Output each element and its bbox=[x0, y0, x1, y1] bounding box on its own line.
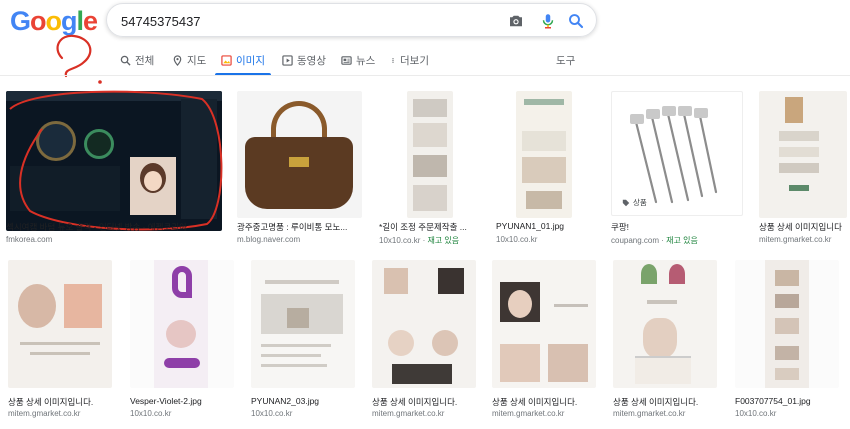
result-thumbnail[interactable] bbox=[613, 260, 717, 388]
image-result[interactable]: 상품 상세 이미지입니다. mitem.gmarket.co.kr bbox=[613, 260, 719, 420]
result-source[interactable]: coupang.com · 재고 있음 bbox=[611, 235, 743, 246]
result-thumbnail[interactable] bbox=[130, 260, 234, 388]
tab-news[interactable]: 뉴스 bbox=[341, 44, 375, 76]
play-icon bbox=[282, 54, 293, 66]
result-source[interactable]: 10x10.co.kr · 재고 있음 bbox=[379, 235, 479, 246]
result-source[interactable]: 10x10.co.kr bbox=[496, 235, 596, 244]
result-thumbnail[interactable] bbox=[516, 91, 572, 218]
result-thumbnail[interactable] bbox=[492, 260, 596, 388]
result-thumbnail[interactable] bbox=[251, 260, 355, 388]
result-title[interactable]: 상품 상세 이미지입니다. bbox=[8, 396, 114, 408]
image-result[interactable]: 상품 상세 이미지입니다. mitem.gmarket.co.kr bbox=[372, 260, 478, 420]
image-result[interactable]: *길이 조정 주문제작출 ... 10x10.co.kr · 재고 있음 bbox=[379, 91, 479, 246]
image-result[interactable]: 상품 상세 이미지입니다. mitem.gmarket.co.kr bbox=[492, 260, 598, 420]
result-thumbnail[interactable] bbox=[407, 91, 453, 218]
image-result[interactable]: Vesper-Violet-2.jpg 10x10.co.kr bbox=[130, 260, 236, 420]
news-icon bbox=[341, 55, 352, 65]
result-thumbnail[interactable] bbox=[8, 260, 112, 388]
result-title[interactable]: F003707754_01.jpg bbox=[735, 396, 841, 406]
result-title[interactable]: 상품 상세 이미지입니다. bbox=[613, 396, 719, 408]
search-icon[interactable] bbox=[567, 12, 585, 30]
tab-images[interactable]: 이미지 bbox=[215, 44, 271, 76]
result-thumbnail[interactable] bbox=[759, 91, 847, 218]
result-title[interactable]: 상품 상세 이미지입니다. bbox=[372, 396, 478, 408]
image-result[interactable]: 섹시여캠 바텀 듀오 출격 - 인터넷 방송 - 에펨코리아 fmkorea.c… bbox=[6, 90, 223, 246]
search-icon bbox=[120, 55, 131, 66]
result-source[interactable]: fmkorea.com bbox=[6, 235, 216, 244]
result-source[interactable]: mitem.gmarket.co.kr bbox=[8, 409, 114, 418]
result-thumbnail[interactable] bbox=[237, 91, 362, 218]
image-result[interactable]: 상품 상세 이미지입니다. mitem.gmarket.co.kr bbox=[8, 260, 114, 420]
tab-tools[interactable]: 도구 bbox=[556, 44, 575, 76]
result-title[interactable]: *길이 조정 주문제작출 ... bbox=[379, 221, 479, 233]
result-source[interactable]: 10x10.co.kr bbox=[735, 409, 841, 418]
image-result[interactable]: 상품 쿠팡! coupang.com · 재고 있음 bbox=[611, 91, 743, 246]
result-thumbnail[interactable] bbox=[735, 260, 839, 388]
search-box[interactable] bbox=[106, 3, 597, 37]
result-thumbnail[interactable]: 상품 bbox=[611, 91, 743, 216]
more-vert-icon bbox=[392, 57, 394, 63]
result-thumbnail[interactable] bbox=[372, 260, 476, 388]
result-title[interactable]: 상품 상세 이미지입니다 bbox=[759, 221, 850, 233]
image-icon bbox=[221, 54, 232, 66]
image-result[interactable]: 상품 상세 이미지입니다 mitem.gmarket.co.kr bbox=[759, 91, 850, 246]
red-annotation-circle bbox=[9, 90, 223, 231]
image-result[interactable]: F003707754_01.jpg 10x10.co.kr bbox=[735, 260, 841, 420]
result-title[interactable]: PYUNAN1_01.jpg bbox=[496, 221, 596, 231]
product-tag: 상품 bbox=[617, 195, 652, 210]
result-title[interactable]: 쿠팡! bbox=[611, 221, 743, 233]
map-pin-icon bbox=[173, 54, 182, 66]
result-source[interactable]: 10x10.co.kr bbox=[130, 409, 236, 418]
camera-icon[interactable] bbox=[507, 12, 525, 30]
result-source[interactable]: mitem.gmarket.co.kr bbox=[759, 235, 850, 244]
search-input[interactable] bbox=[121, 11, 501, 31]
red-annotation-scribble bbox=[56, 34, 102, 84]
microphone-icon[interactable] bbox=[539, 12, 557, 30]
result-source[interactable]: mitem.gmarket.co.kr bbox=[372, 409, 478, 418]
header-divider bbox=[0, 75, 850, 76]
result-title[interactable]: Vesper-Violet-2.jpg bbox=[130, 396, 236, 406]
tab-all[interactable]: 전체 bbox=[120, 44, 154, 76]
tab-videos[interactable]: 동영상 bbox=[282, 44, 326, 76]
result-source[interactable]: 10x10.co.kr bbox=[251, 409, 357, 418]
image-result[interactable]: 광주중고명품 : 루이비통 모노... m.blog.naver.com bbox=[237, 91, 362, 246]
tag-icon bbox=[622, 199, 630, 206]
image-result[interactable]: PYUNAN1_01.jpg 10x10.co.kr bbox=[496, 91, 596, 246]
result-title[interactable]: 상품 상세 이미지입니다. bbox=[492, 396, 598, 408]
result-source[interactable]: mitem.gmarket.co.kr bbox=[613, 409, 719, 418]
image-result[interactable]: PYUNAN2_03.jpg 10x10.co.kr bbox=[251, 260, 357, 420]
result-title[interactable]: 섹시여캠 바텀 듀오 출격 - 인터넷 방송 - 에펨코리아 bbox=[6, 221, 216, 233]
result-title[interactable]: 광주중고명품 : 루이비통 모노... bbox=[237, 221, 361, 233]
tab-maps[interactable]: 지도 bbox=[172, 44, 206, 76]
result-source[interactable]: m.blog.naver.com bbox=[237, 235, 361, 244]
result-title[interactable]: PYUNAN2_03.jpg bbox=[251, 396, 357, 406]
result-source[interactable]: mitem.gmarket.co.kr bbox=[492, 409, 598, 418]
tab-more[interactable]: 더보기 bbox=[390, 44, 429, 76]
